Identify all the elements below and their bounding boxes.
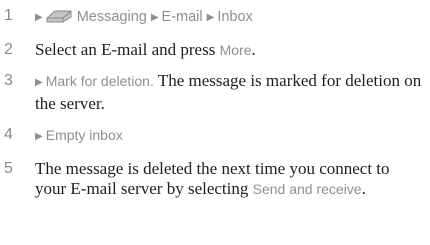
arrow-icon: ▶: [35, 77, 43, 88]
step-text: Select an E-mail and press: [35, 40, 220, 59]
envelope-icon: [46, 10, 72, 23]
ui-term-mark-for-deletion: Mark for deletion.: [45, 73, 154, 89]
step-5: 5 The message is deleted the next time y…: [4, 159, 424, 199]
ui-term-more: More: [219, 42, 252, 58]
arrow-icon: ▶: [35, 12, 43, 23]
arrow-icon: ▶: [206, 12, 215, 23]
step-number: 5: [4, 160, 13, 177]
ui-term-empty-inbox: Empty inbox: [45, 127, 123, 143]
arrow-icon: ▶: [150, 12, 159, 23]
step-number: 1: [4, 7, 13, 24]
menu-item-inbox: Inbox: [217, 9, 253, 25]
step-number: 3: [4, 72, 13, 89]
menu-item-messaging: Messaging: [76, 9, 147, 25]
arrow-icon: ▶: [35, 131, 43, 142]
instruction-steps: 1 ▶ Messaging ▶ E-mail ▶ Inbox 2 Select an E-…: [4, 6, 424, 210]
step-1: 1 ▶ Messaging ▶ E-mail ▶ Inbox: [4, 6, 424, 29]
step-number: 2: [4, 41, 13, 58]
menu-path: ▶ Messaging ▶ E-mail ▶ Inbox: [35, 9, 253, 25]
step-text-end: .: [361, 179, 366, 198]
ui-term-send-and-receive: Send and receive: [252, 181, 362, 197]
step-text-end: .: [251, 40, 256, 59]
menu-item-email: E-mail: [161, 9, 203, 25]
step-number: 4: [4, 126, 13, 143]
step-3: 3 ▶ Mark for deletion. The message is mar…: [4, 71, 424, 114]
step-4: 4 ▶ Empty inbox: [4, 125, 424, 148]
step-2: 2 Select an E-mail and press More.: [4, 40, 424, 60]
